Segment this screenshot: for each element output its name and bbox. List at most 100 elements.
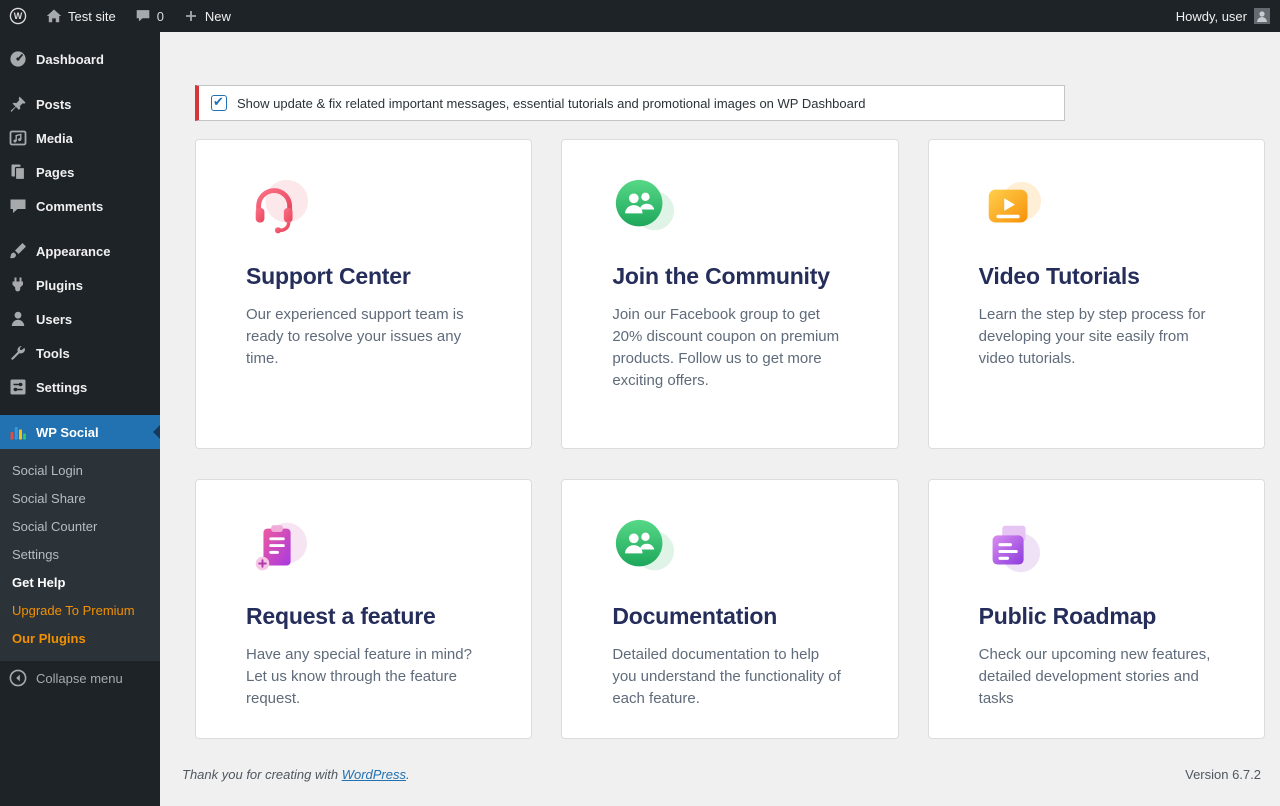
wordpress-logo-icon: W — [9, 7, 27, 25]
main-content: Show update & fix related important mess… — [160, 32, 1280, 806]
sidebar-item-wp-social[interactable]: WP Social — [0, 415, 160, 449]
media-icon — [8, 128, 28, 148]
footer-thanks-text: Thank you for creating with — [182, 767, 338, 782]
current-menu-arrow-icon — [153, 425, 160, 439]
submenu-item-upgrade-premium[interactable]: Upgrade To Premium — [0, 596, 160, 624]
sidebar-item-plugins[interactable]: Plugins — [0, 268, 160, 302]
settings-icon — [8, 377, 28, 397]
video-play-icon — [979, 176, 1043, 240]
wrench-icon — [8, 343, 28, 363]
site-name-menu[interactable]: Test site — [36, 0, 125, 32]
sidebar-item-label: Dashboard — [36, 52, 104, 67]
comments-menu[interactable]: 0 — [125, 0, 173, 32]
roadmap-document-icon — [979, 516, 1043, 580]
card-description: Have any special feature in mind? Let us… — [246, 644, 479, 710]
dashboard-notice: Show update & fix related important mess… — [195, 85, 1065, 121]
admin-sidebar: Dashboard Posts Media Pages — [0, 32, 160, 806]
collapse-menu-button[interactable]: Collapse menu — [0, 661, 160, 695]
card-video-tutorials: Video Tutorials Learn the step by step p… — [928, 139, 1265, 449]
card-title: Support Center — [246, 262, 479, 291]
svg-text:W: W — [14, 11, 23, 21]
community-people-icon — [612, 176, 676, 240]
collapse-menu-label: Collapse menu — [36, 671, 123, 686]
user-icon — [8, 309, 28, 329]
admin-bar-left: W Test site 0 New — [0, 0, 240, 32]
sidebar-item-label: WP Social — [36, 425, 99, 440]
dashboard-icon — [8, 49, 28, 69]
sidebar-item-label: Media — [36, 131, 73, 146]
sidebar-item-label: Tools — [36, 346, 70, 361]
sidebar-item-tools[interactable]: Tools — [0, 336, 160, 370]
submenu-item-our-plugins[interactable]: Our Plugins — [0, 624, 160, 652]
menu-separator — [0, 76, 160, 87]
menu-separator — [0, 404, 160, 415]
plus-icon — [182, 7, 200, 25]
help-cards-grid: Support Center Our experienced support t… — [195, 139, 1265, 739]
collapse-arrow-icon — [8, 668, 28, 688]
sidebar-item-users[interactable]: Users — [0, 302, 160, 336]
sidebar-item-posts[interactable]: Posts — [0, 87, 160, 121]
notice-label[interactable]: Show update & fix related important mess… — [237, 96, 865, 111]
sidebar-item-comments[interactable]: Comments — [0, 189, 160, 223]
sidebar-item-label: Plugins — [36, 278, 83, 293]
sidebar-item-pages[interactable]: Pages — [0, 155, 160, 189]
documentation-people-icon — [612, 516, 676, 580]
card-documentation: Documentation Detailed documentation to … — [561, 479, 898, 739]
pushpin-icon — [8, 94, 28, 114]
wp-social-submenu: Social Login Social Share Social Counter… — [0, 449, 160, 661]
card-public-roadmap: Public Roadmap Check our upcoming new fe… — [928, 479, 1265, 739]
card-join-community: Join the Community Join our Facebook gro… — [561, 139, 898, 449]
footer-thanks: Thank you for creating with WordPress. — [182, 767, 410, 782]
sidebar-item-label: Posts — [36, 97, 71, 112]
admin-footer: Thank you for creating with WordPress. V… — [160, 739, 1280, 782]
feature-clipboard-icon — [246, 516, 310, 580]
plugin-icon — [8, 275, 28, 295]
sidebar-item-label: Appearance — [36, 244, 110, 259]
account-menu[interactable]: Howdy, user — [1176, 0, 1280, 32]
sidebar-item-dashboard[interactable]: Dashboard — [0, 42, 160, 76]
card-description: Join our Facebook group to get 20% disco… — [612, 304, 845, 392]
card-title: Public Roadmap — [979, 602, 1212, 631]
card-title: Video Tutorials — [979, 262, 1212, 291]
card-support-center: Support Center Our experienced support t… — [195, 139, 532, 449]
sidebar-item-label: Users — [36, 312, 72, 327]
card-description: Detailed documentation to help you under… — [612, 644, 845, 710]
admin-menu: Dashboard Posts Media Pages — [0, 32, 160, 695]
wp-social-icon — [8, 422, 28, 442]
wordpress-logo-menu[interactable]: W — [0, 0, 36, 32]
card-description: Our experienced support team is ready to… — [246, 304, 479, 370]
pages-icon — [8, 162, 28, 182]
home-icon — [45, 7, 63, 25]
submenu-item-social-counter[interactable]: Social Counter — [0, 512, 160, 540]
sidebar-item-media[interactable]: Media — [0, 121, 160, 155]
card-title: Documentation — [612, 602, 845, 631]
comment-icon — [8, 196, 28, 216]
sidebar-item-settings[interactable]: Settings — [0, 370, 160, 404]
submenu-item-get-help[interactable]: Get Help — [0, 568, 160, 596]
brush-icon — [8, 241, 28, 261]
sidebar-item-label: Comments — [36, 199, 103, 214]
content-area: Show update & fix related important mess… — [160, 32, 1280, 739]
sidebar-item-label: Settings — [36, 380, 87, 395]
card-title: Join the Community — [612, 262, 845, 291]
footer-thanks-period: . — [406, 767, 410, 782]
sidebar-item-appearance[interactable]: Appearance — [0, 234, 160, 268]
comment-count: 0 — [157, 9, 164, 24]
headset-icon — [246, 176, 310, 240]
card-title: Request a feature — [246, 602, 479, 631]
sidebar-item-label: Pages — [36, 165, 74, 180]
submenu-item-social-login[interactable]: Social Login — [0, 456, 160, 484]
new-label: New — [205, 9, 231, 24]
comment-bubble-icon — [134, 7, 152, 25]
card-description: Check our upcoming new features, detaile… — [979, 644, 1212, 710]
submenu-item-social-share[interactable]: Social Share — [0, 484, 160, 512]
new-content-menu[interactable]: New — [173, 0, 240, 32]
wordpress-link[interactable]: WordPress — [342, 767, 406, 782]
card-request-feature: Request a feature Have any special featu… — [195, 479, 532, 739]
avatar — [1254, 8, 1270, 24]
show-messages-checkbox[interactable] — [211, 95, 227, 111]
card-description: Learn the step by step process for devel… — [979, 304, 1212, 370]
submenu-item-settings[interactable]: Settings — [0, 540, 160, 568]
footer-version: Version 6.7.2 — [1185, 767, 1261, 782]
menu-separator — [0, 223, 160, 234]
